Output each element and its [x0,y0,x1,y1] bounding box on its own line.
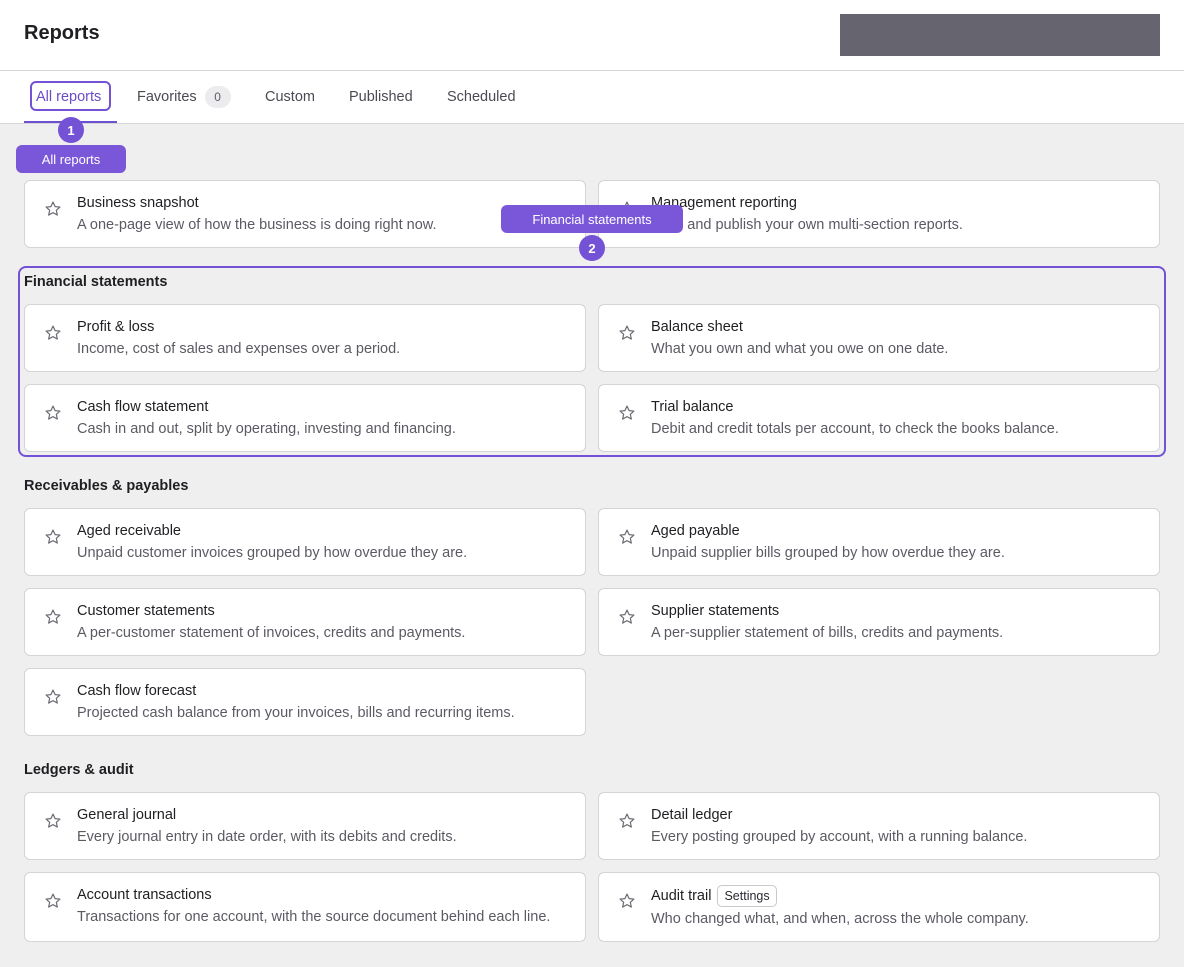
report-card-trial-balance[interactable]: Trial balance Debit and credit totals pe… [598,384,1160,452]
favorites-count-badge: 0 [204,86,231,108]
section-title-receivables-payables: Receivables & payables [24,478,189,494]
step-marker-2: 2 [579,235,605,261]
star-outline-icon[interactable] [618,404,636,422]
star-outline-icon[interactable] [44,200,62,218]
report-name: Customer statements [77,603,215,619]
report-name-row: Audit trail Settings [651,885,777,907]
tab-focus-ring [30,81,111,111]
tab-label: Favorites [137,89,197,105]
star-outline-icon[interactable] [618,528,636,546]
report-name: Profit & loss [77,319,155,335]
report-name: Account transactions [77,887,212,903]
report-description: What you own and what you owe on one dat… [651,341,949,357]
report-description: A one-page view of how the business is d… [77,217,437,233]
tab-label: Custom [265,89,315,105]
report-description: Cash in and out, split by operating, inv… [77,421,456,437]
report-name: Cash flow forecast [77,683,197,699]
report-card-general-journal[interactable]: General journal Every journal entry in d… [24,792,586,860]
report-card-cash-flow-forecast[interactable]: Cash flow forecast Projected cash balanc… [24,668,586,736]
star-outline-icon[interactable] [44,404,62,422]
report-description: Build and publish your own multi-section… [651,217,963,233]
section-title-financial-statements: Financial statements [24,274,168,290]
star-outline-icon[interactable] [618,324,636,342]
report-name: Trial balance [651,399,734,415]
report-card-profit-loss[interactable]: Profit & loss Income, cost of sales and … [24,304,586,372]
report-description: Unpaid supplier bills grouped by how ove… [651,545,1005,561]
star-outline-icon[interactable] [44,812,62,830]
report-name: Aged receivable [77,523,181,539]
report-card-balance-sheet[interactable]: Balance sheet What you own and what you … [598,304,1160,372]
tab-custom[interactable]: Custom [265,71,315,123]
report-card-cash-flow-statement[interactable]: Cash flow statement Cash in and out, spl… [24,384,586,452]
report-card-account-transactions[interactable]: Account transactions Transactions for on… [24,872,586,942]
tab-published[interactable]: Published [349,71,413,123]
star-outline-icon[interactable] [44,528,62,546]
tab-label: Scheduled [447,89,516,105]
report-description: A per-customer statement of invoices, cr… [77,625,466,641]
report-name: Detail ledger [651,807,733,823]
report-name: Audit trail [651,888,712,904]
report-tabs: All reports Favorites 0 Custom Published… [0,71,1184,124]
section-title-ledgers-audit: Ledgers & audit [24,762,134,778]
report-card-detail-ledger[interactable]: Detail ledger Every posting grouped by a… [598,792,1160,860]
page-header: Reports [0,0,1184,71]
report-description: Every posting grouped by account, with a… [651,829,1028,845]
report-name: Supplier statements [651,603,780,619]
report-card-customer-statements[interactable]: Customer statements A per-customer state… [24,588,586,656]
report-card-aged-payable[interactable]: Aged payable Unpaid supplier bills group… [598,508,1160,576]
report-description: Transactions for one account, with the s… [77,909,551,925]
star-outline-icon[interactable] [618,608,636,626]
report-name: Business snapshot [77,195,199,211]
report-name: General journal [77,807,177,823]
report-card-audit-trail[interactable]: Audit trail Settings Who changed what, a… [598,872,1160,942]
star-outline-icon[interactable] [44,608,62,626]
report-description: Every journal entry in date order, with … [77,829,457,845]
tab-scheduled[interactable]: Scheduled [447,71,516,123]
report-name: Balance sheet [651,319,743,335]
star-outline-icon[interactable] [44,324,62,342]
report-description: Debit and credit totals per account, to … [651,421,1059,437]
star-outline-icon[interactable] [618,892,636,910]
page-title: Reports [24,22,100,44]
callout-all-reports: All reports [16,145,126,173]
tab-favorites[interactable]: Favorites 0 [137,71,231,123]
report-description: Unpaid customer invoices grouped by how … [77,545,468,561]
report-description: Income, cost of sales and expenses over … [77,341,401,357]
step-marker-1: 1 [58,117,84,143]
tab-label: Published [349,89,413,105]
report-name: Aged payable [651,523,740,539]
report-description: Who changed what, and when, across the w… [651,911,1029,927]
star-outline-icon[interactable] [44,892,62,910]
star-outline-icon[interactable] [618,812,636,830]
report-description: A per-supplier statement of bills, credi… [651,625,1004,641]
report-name: Cash flow statement [77,399,209,415]
report-card-aged-receivable[interactable]: Aged receivable Unpaid customer invoices… [24,508,586,576]
callout-financial-statements: Financial statements [501,205,683,233]
header-redacted-block [840,14,1160,56]
report-description: Projected cash balance from your invoice… [77,705,515,721]
star-outline-icon[interactable] [44,688,62,706]
settings-badge[interactable]: Settings [717,885,777,907]
report-card-supplier-statements[interactable]: Supplier statements A per-supplier state… [598,588,1160,656]
